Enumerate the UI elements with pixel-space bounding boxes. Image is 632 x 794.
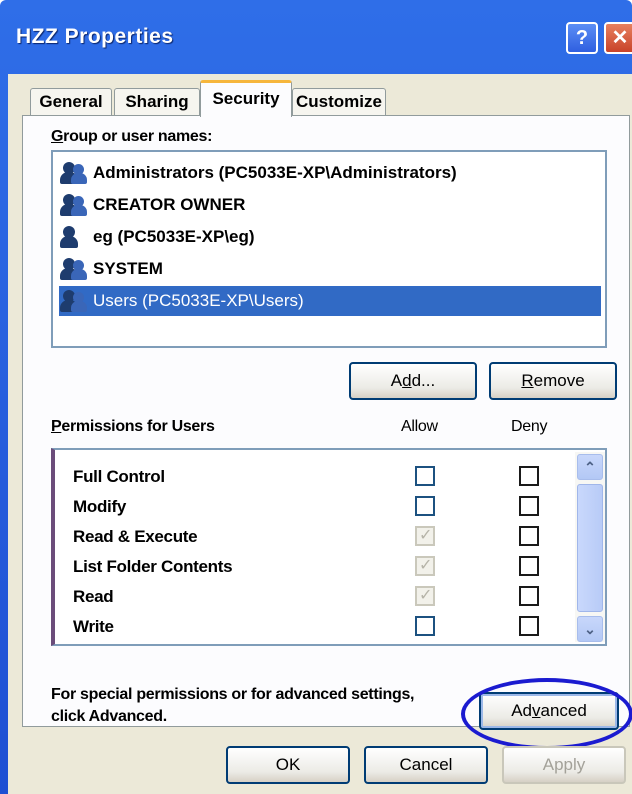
title-bar[interactable]: HZZ Properties ? ✕ <box>0 0 632 74</box>
permissions-list[interactable]: Full Control Modify Read & Execute List … <box>51 448 607 646</box>
scroll-thumb[interactable] <box>577 484 603 612</box>
tab-security[interactable]: Security <box>200 80 292 117</box>
user-name: eg (PC5033E-XP\eg) <box>93 227 255 246</box>
deny-checkbox[interactable] <box>519 526 539 546</box>
dialog-client-area: General Sharing Security Customize Group… <box>8 74 632 794</box>
user-list[interactable]: Administrators (PC5033E-XP\Administrator… <box>51 150 607 348</box>
permissions-label: Permissions for Users <box>51 418 215 435</box>
advanced-hint-line2: click Advanced. <box>51 708 167 725</box>
list-item-selected[interactable]: Users (PC5033E-XP\Users) <box>59 286 601 316</box>
advanced-hint: For special permissions or for advanced … <box>51 684 471 728</box>
permissions-scrollbar[interactable]: ⌃ ⌄ <box>575 452 605 642</box>
allow-checkbox[interactable] <box>415 496 435 516</box>
user-name: CREATOR OWNER <box>93 195 246 214</box>
permission-name: List Folder Contents <box>73 557 233 576</box>
user-icon <box>59 224 89 250</box>
allow-checkbox-inherited <box>415 525 435 546</box>
list-item[interactable]: Administrators (PC5033E-XP\Administrator… <box>59 158 457 188</box>
deny-checkbox[interactable] <box>519 496 539 516</box>
permission-name: Read <box>73 587 114 606</box>
close-button[interactable]: ✕ <box>604 22 632 54</box>
tab-sharing[interactable]: Sharing <box>114 88 200 116</box>
allow-checkbox[interactable] <box>415 466 435 486</box>
group-user-names-label: Group or user names: <box>51 128 213 145</box>
permission-name: Write <box>73 617 114 636</box>
list-item[interactable]: eg (PC5033E-XP\eg) <box>59 222 255 252</box>
list-item[interactable]: CREATOR OWNER <box>59 190 245 220</box>
help-button[interactable]: ? <box>566 22 598 54</box>
apply-button: Apply <box>502 746 626 784</box>
deny-checkbox[interactable] <box>519 616 539 636</box>
advanced-hint-line1: For special permissions or for advanced … <box>51 686 415 703</box>
user-group-icon <box>59 160 89 186</box>
permission-name: Full Control <box>73 467 165 486</box>
deny-checkbox[interactable] <box>519 466 539 486</box>
allow-checkbox[interactable] <box>415 616 435 636</box>
permission-name: Read & Execute <box>73 527 198 546</box>
deny-header: Deny <box>511 418 548 435</box>
scroll-down-icon[interactable]: ⌄ <box>577 616 603 642</box>
user-group-icon <box>59 288 89 314</box>
user-name: SYSTEM <box>93 259 163 278</box>
add-button[interactable]: Add... <box>349 362 477 400</box>
user-name: Users (PC5033E-XP\Users) <box>93 291 304 310</box>
tab-general[interactable]: General <box>30 88 112 116</box>
permission-name: Modify <box>73 497 126 516</box>
ok-button[interactable]: OK <box>226 746 350 784</box>
user-name: Administrators (PC5033E-XP\Administrator… <box>93 163 457 182</box>
annotation-circle <box>461 678 632 750</box>
allow-checkbox-inherited <box>415 585 435 606</box>
allow-header: Allow <box>401 418 438 435</box>
cancel-button[interactable]: Cancel <box>364 746 488 784</box>
list-item[interactable]: SYSTEM <box>59 254 163 284</box>
security-tab-panel: Group or user names: Administrators (PC5… <box>22 115 632 750</box>
deny-checkbox[interactable] <box>519 586 539 606</box>
window-title: HZZ Properties <box>16 25 174 48</box>
user-group-icon <box>59 256 89 282</box>
allow-checkbox-inherited <box>415 555 435 576</box>
tab-customize[interactable]: Customize <box>292 88 386 116</box>
scroll-up-icon[interactable]: ⌃ <box>577 454 603 480</box>
user-group-icon <box>59 192 89 218</box>
remove-button[interactable]: Remove <box>489 362 617 400</box>
deny-checkbox[interactable] <box>519 556 539 576</box>
properties-window: HZZ Properties ? ✕ General Sharing Secur… <box>0 0 632 794</box>
